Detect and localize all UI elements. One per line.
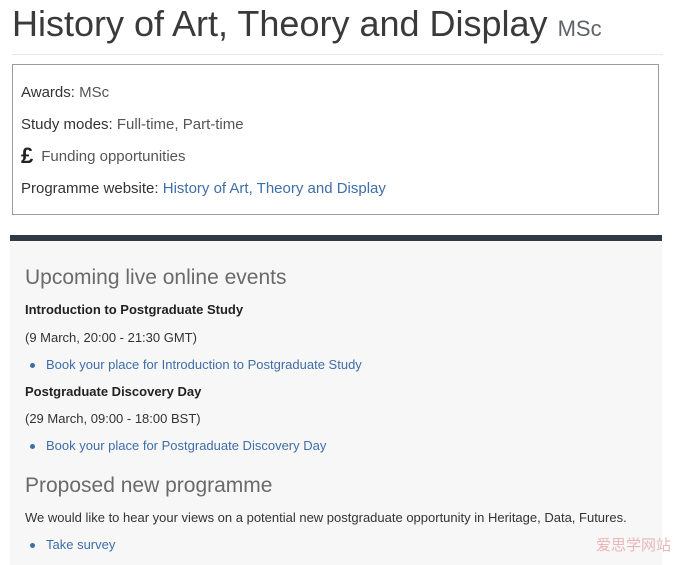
awards-label: Awards: <box>21 84 75 101</box>
study-modes-value: Full-time, Part-time <box>116 116 244 133</box>
event-title: Postgraduate Discovery Day <box>25 384 202 399</box>
bullet-icon <box>30 444 35 449</box>
awards-value: MSc <box>79 84 110 101</box>
study-modes-row: Study modes: Full-time, Part-time <box>21 115 244 135</box>
event-time: (9 March, 20:00 - 21:30 GMT) <box>25 330 197 345</box>
events-panel: Upcoming live online events Introduction… <box>10 235 662 565</box>
pound-icon: £ <box>21 143 34 168</box>
event-title: Introduction to Postgraduate Study <box>25 302 244 317</box>
programme-website-row: Programme website: History of Art, Theor… <box>21 179 386 199</box>
funding-link[interactable]: Funding opportunities <box>41 148 185 165</box>
title-divider <box>12 54 663 55</box>
awards-row: Awards: MSc <box>21 83 109 103</box>
take-survey-link[interactable]: Take survey <box>46 537 115 552</box>
watermark: 爱思学网站 <box>595 536 671 554</box>
funding-row[interactable]: £ Funding opportunities <box>21 143 186 168</box>
event-time: (29 March, 09:00 - 18:00 BST) <box>25 411 201 426</box>
key-info-box: Awards: MSc Study modes: Full-time, Part… <box>12 64 659 215</box>
programme-website-label: Programme website: <box>21 180 159 197</box>
survey-description: We would like to hear your views on a po… <box>25 510 627 525</box>
page-title-text: History of Art, Theory and Display <box>12 3 548 44</box>
event-link-item: Book your place for Introduction to Post… <box>30 357 362 372</box>
proposed-heading: Proposed new programme <box>25 474 273 497</box>
survey-link-item: Take survey <box>30 537 115 552</box>
book-introduction-link[interactable]: Book your place for Introduction to Post… <box>46 357 362 372</box>
bullet-icon <box>30 363 35 368</box>
award-suffix: MSc <box>557 16 602 41</box>
event-link-item: Book your place for Postgraduate Discove… <box>30 438 326 453</box>
bullet-icon <box>30 543 35 548</box>
programme-website-link[interactable]: History of Art, Theory and Display <box>163 180 386 197</box>
events-heading: Upcoming live online events <box>25 266 287 289</box>
book-discovery-day-link[interactable]: Book your place for Postgraduate Discove… <box>46 438 326 453</box>
page-title: History of Art, Theory and Display MSc <box>12 4 602 49</box>
study-modes-label: Study modes: <box>21 116 113 133</box>
